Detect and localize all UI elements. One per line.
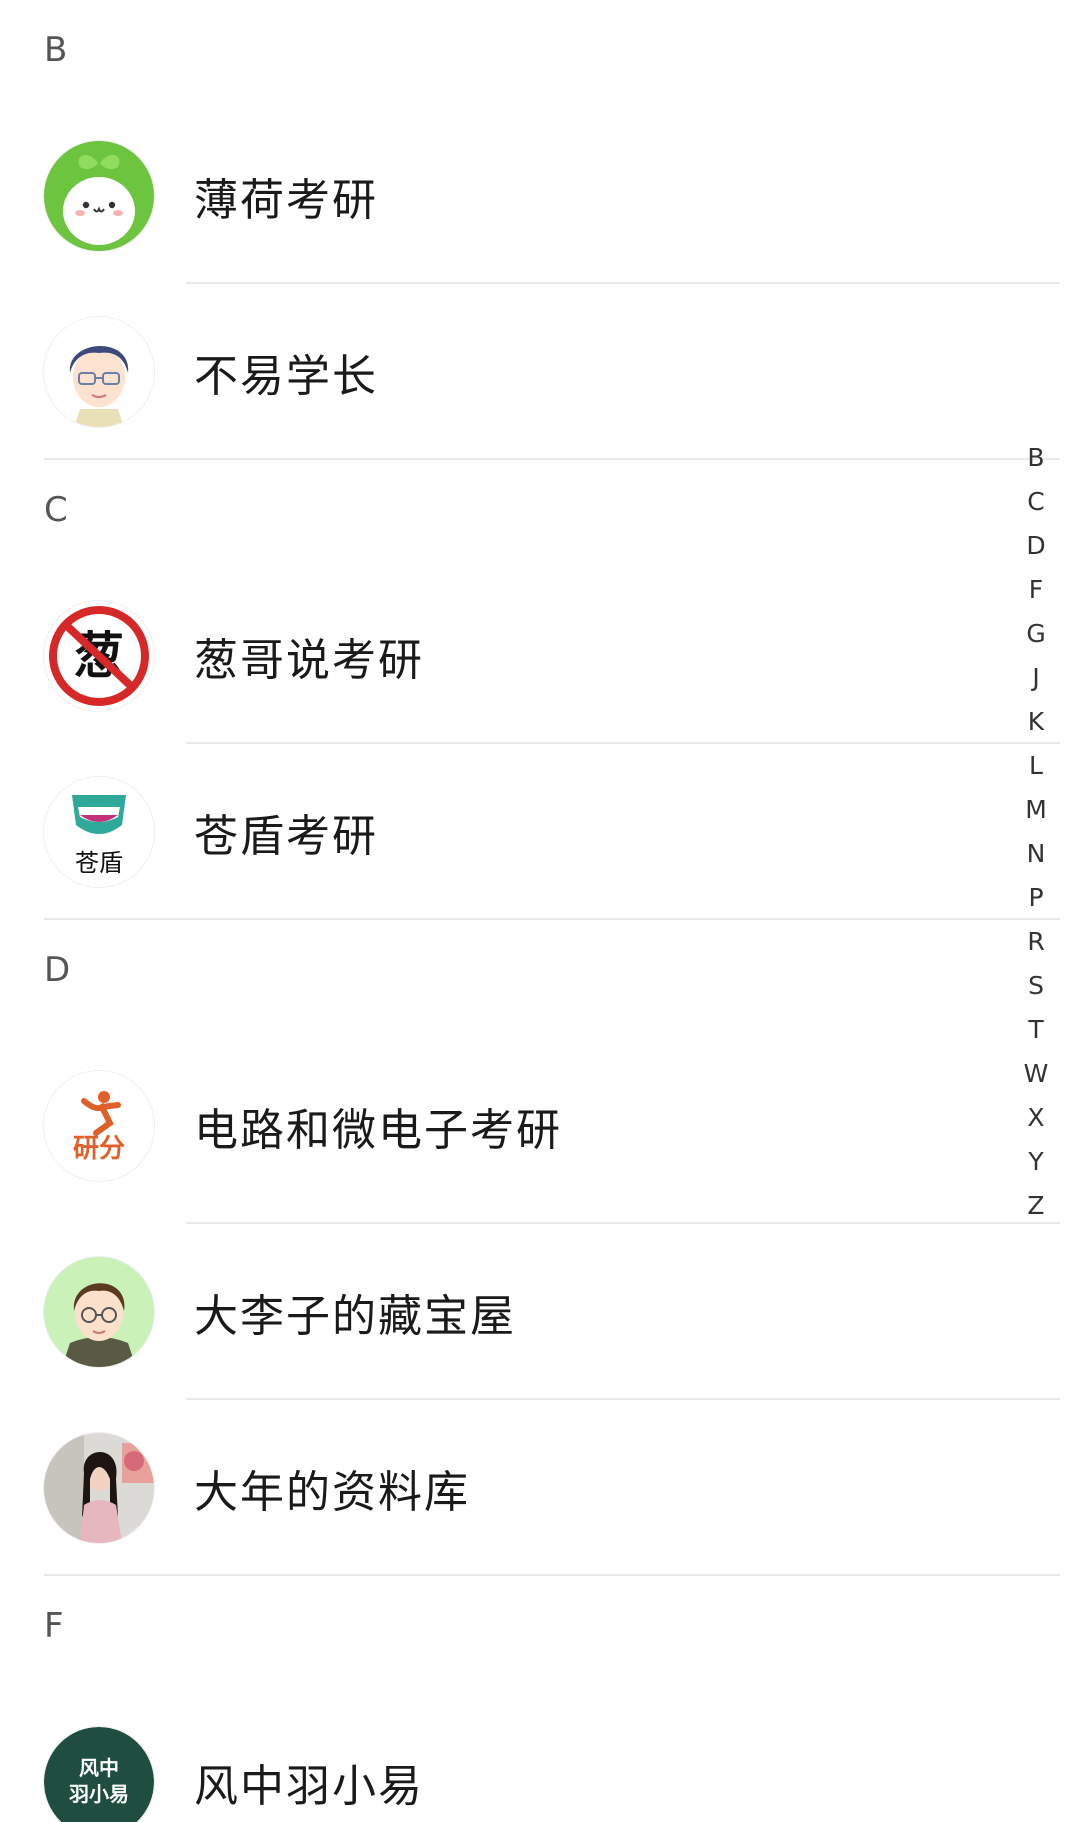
contact-row[interactable]: 苍盾 苍盾考研 — [0, 744, 1080, 920]
section-header-b: B — [44, 30, 68, 70]
index-letter[interactable]: C — [1027, 480, 1044, 524]
index-letter[interactable]: W — [1024, 1052, 1049, 1096]
index-letter[interactable]: B — [1027, 436, 1044, 480]
contact-row[interactable]: 研分 电路和微电子考研 — [0, 1028, 1080, 1224]
contact-name: 电路和微电子考研 — [194, 1105, 562, 1156]
text-logo-avatar: 风中 羽小易 — [44, 1727, 154, 1822]
section-header-f: F — [44, 1606, 64, 1646]
contact-row[interactable]: 大李子的藏宝屋 — [0, 1224, 1080, 1400]
running-figure-logo-avatar: 研分 — [44, 1071, 154, 1181]
avatar-logo-text: 羽小易 — [69, 1782, 129, 1806]
index-letter[interactable]: Z — [1027, 1184, 1044, 1228]
green-sprout-mascot-avatar — [44, 141, 154, 251]
index-letter[interactable]: S — [1028, 964, 1044, 1008]
contact-name: 风中羽小易 — [194, 1761, 424, 1812]
index-letter[interactable]: X — [1027, 1096, 1044, 1140]
index-letter[interactable]: F — [1029, 568, 1043, 612]
section-header-c: C — [44, 490, 68, 530]
index-letter[interactable]: K — [1028, 700, 1044, 744]
index-letter[interactable]: L — [1029, 744, 1043, 788]
avatar-logo-text: 苍盾 — [75, 849, 123, 877]
section-c: C 葱 葱哥说考研 苍盾 — [0, 460, 1080, 920]
contact-row[interactable]: 薄荷考研 — [0, 108, 1080, 284]
cartoon-boy-glasses-avatar — [44, 317, 154, 427]
index-letter[interactable]: M — [1025, 788, 1047, 832]
contact-name: 大李子的藏宝屋 — [194, 1291, 516, 1342]
contact-name: 葱哥说考研 — [194, 635, 424, 686]
index-letter[interactable]: G — [1026, 612, 1045, 656]
index-letter[interactable]: N — [1027, 832, 1046, 876]
contact-list-screen: B 薄荷考研 不易学长 C 葱哥说考研 苍盾 苍盾考研 D 研分 电路和微电子考… — [0, 0, 1080, 1822]
contact-row[interactable]: 大年的资料库 — [0, 1400, 1080, 1576]
contact-row[interactable]: 风中 羽小易 风中羽小易 — [0, 1684, 1080, 1822]
index-letter[interactable]: D — [1026, 524, 1045, 568]
avatar-logo-text: 研分 — [73, 1134, 125, 1164]
index-letter[interactable]: T — [1028, 1008, 1043, 1052]
section-f: F 风中 羽小易 风中羽小易 — [0, 1576, 1080, 1822]
contact-name: 苍盾考研 — [194, 811, 378, 862]
contact-row[interactable]: 不易学长 — [0, 284, 1080, 460]
contact-row[interactable]: 葱 葱哥说考研 — [0, 568, 1080, 744]
alphabet-index-bar[interactable]: BCDFGJKLMNPRSTWXYZ — [1014, 436, 1058, 1228]
contact-name: 薄荷考研 — [194, 175, 378, 226]
no-onion-sign-avatar: 葱 — [44, 601, 154, 711]
section-b: B 薄荷考研 不易学长 — [0, 0, 1080, 460]
woman-photo-avatar — [44, 1433, 154, 1543]
index-letter[interactable]: P — [1028, 876, 1043, 920]
contact-name: 大年的资料库 — [194, 1467, 470, 1518]
index-letter[interactable]: R — [1027, 920, 1044, 964]
index-letter[interactable]: J — [1032, 656, 1039, 700]
shield-logo-avatar: 苍盾 — [44, 777, 154, 887]
avatar-logo-text: 风中 — [79, 1756, 119, 1780]
cartoon-boy-round-glasses-avatar — [44, 1257, 154, 1367]
section-header-d: D — [44, 950, 71, 990]
index-letter[interactable]: Y — [1028, 1140, 1043, 1184]
contact-name: 不易学长 — [194, 351, 378, 402]
section-d: D 研分 电路和微电子考研 大李子的藏宝屋 大年的资料库 — [0, 920, 1080, 1576]
